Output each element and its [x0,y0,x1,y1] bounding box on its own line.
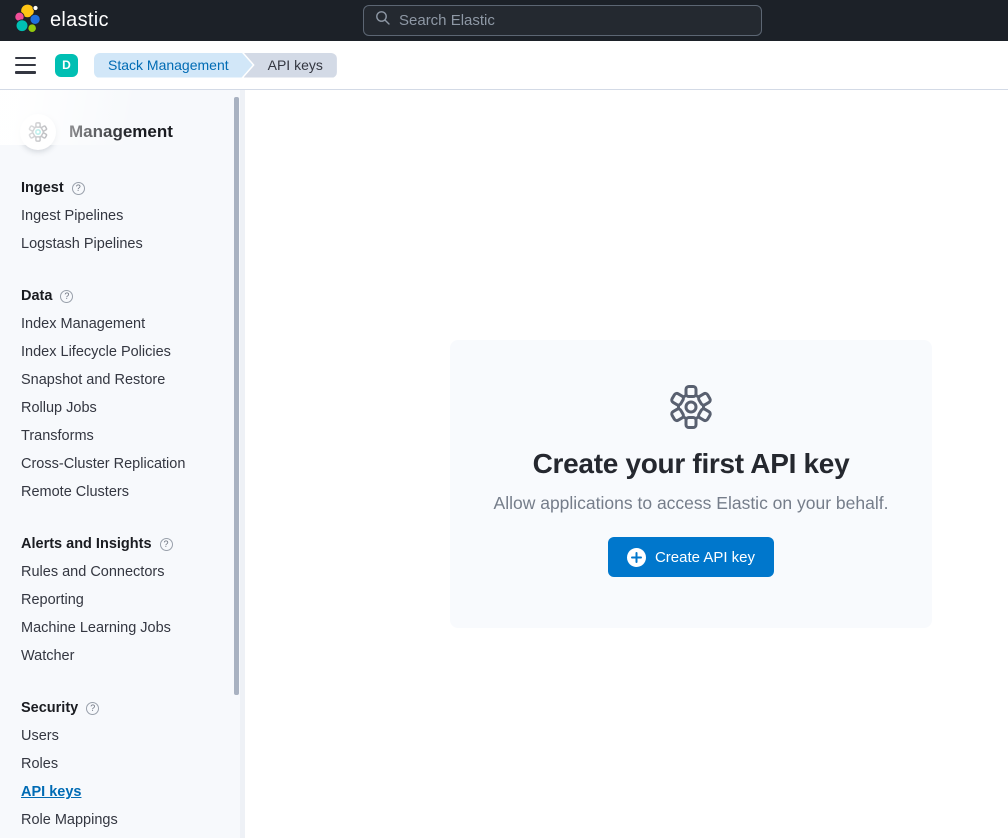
sidebar-item-rules-and-connectors[interactable]: Rules and Connectors [21,564,164,580]
sidebar-item-roles[interactable]: Roles [21,756,58,772]
sidebar-item-reporting[interactable]: Reporting [21,592,84,608]
global-search-input[interactable]: Search Elastic [363,5,762,36]
sidebar-item-index-management[interactable]: Index Management [21,316,145,332]
breadcrumb-bar: D Stack Management API keys [0,41,1008,90]
menu-hamburger-icon[interactable] [15,57,36,74]
sidebar-item-index-lifecycle-policies[interactable]: Index Lifecycle Policies [21,344,171,360]
breadcrumb-stack-management[interactable]: Stack Management [94,53,253,78]
help-icon[interactable]: ? [160,538,173,551]
sidebar-item-role-mappings[interactable]: Role Mappings [21,812,118,828]
management-app-icon [20,114,56,150]
gear-icon [668,384,714,435]
section-heading: Security ? [0,694,245,722]
help-icon[interactable]: ? [86,702,99,715]
sidebar-scrollbar[interactable] [234,97,239,695]
sidebar-item-users[interactable]: Users [21,728,59,744]
search-icon [375,10,391,31]
sidebar-item-rollup-jobs[interactable]: Rollup Jobs [21,400,97,416]
breadcrumb: Stack Management API keys [94,53,337,78]
elastic-wordmark: elastic [50,9,109,32]
sidebar-item-api-keys[interactable]: API keys [21,784,81,800]
sidebar-header: Management [20,114,245,150]
elastic-logo-icon [14,3,41,39]
main-content: Create your first API key Allow applicat… [245,90,1008,838]
sidebar-section-ingest: Ingest ? Ingest Pipelines Logstash Pipel… [0,174,245,258]
empty-state-description: Allow applications to access Elastic on … [494,493,889,514]
sidebar-item-transforms[interactable]: Transforms [21,428,94,444]
sidebar-section-alerts: Alerts and Insights ? Rules and Connecto… [0,530,245,670]
elastic-logo[interactable]: elastic [14,3,109,39]
sidebar-section-security: Security ? Users Roles API keys Role Map… [0,694,245,834]
sidebar-section-data: Data ? Index Management Index Lifecycle … [0,282,245,506]
breadcrumb-api-keys: API keys [244,53,337,78]
sidebar-title: Management [69,122,173,142]
help-icon[interactable]: ? [60,290,73,303]
sidebar-item-ingest-pipelines[interactable]: Ingest Pipelines [21,208,123,224]
sidebar-item-remote-clusters[interactable]: Remote Clusters [21,484,129,500]
section-heading: Alerts and Insights ? [0,530,245,558]
help-icon[interactable]: ? [72,182,85,195]
search-placeholder: Search Elastic [399,12,495,29]
space-avatar[interactable]: D [55,54,78,77]
top-navigation-bar: elastic Search Elastic [0,0,1008,41]
management-sidebar: Management Ingest ? Ingest Pipelines Log… [0,90,245,838]
empty-state-title: Create your first API key [533,448,850,480]
sidebar-item-logstash-pipelines[interactable]: Logstash Pipelines [21,236,143,252]
sidebar-item-snapshot-and-restore[interactable]: Snapshot and Restore [21,372,165,388]
sidebar-item-cross-cluster-replication[interactable]: Cross-Cluster Replication [21,456,185,472]
section-heading: Data ? [0,282,245,310]
sidebar-item-watcher[interactable]: Watcher [21,648,74,664]
plus-circle-icon [627,548,646,567]
sidebar-item-machine-learning-jobs[interactable]: Machine Learning Jobs [21,620,171,636]
api-keys-empty-state-panel: Create your first API key Allow applicat… [450,340,932,628]
create-api-key-button[interactable]: Create API key [608,537,774,577]
create-api-key-button-label: Create API key [655,549,755,566]
section-heading: Ingest ? [0,174,245,202]
